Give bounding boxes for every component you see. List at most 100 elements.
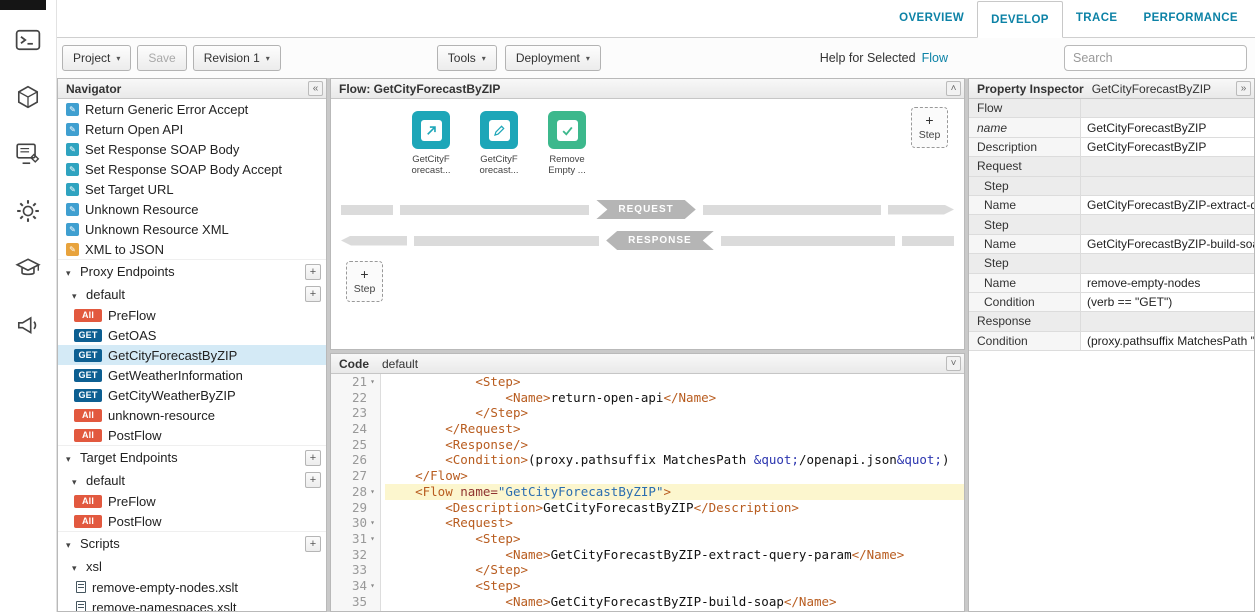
flow-policy[interactable]: GetCityForecast...: [471, 111, 527, 176]
code-line[interactable]: <Step>: [385, 531, 964, 547]
add-proxy-endpoints-button[interactable]: [305, 264, 321, 280]
inspector-row[interactable]: NameGetCityForecastByZIP-build-soap: [969, 235, 1254, 254]
tab-performance[interactable]: PERFORMANCE: [1131, 0, 1252, 37]
nav-section-scripts[interactable]: Scripts: [58, 531, 326, 555]
file-item-remove-empty-nodes-xslt[interactable]: remove-empty-nodes.xslt: [58, 577, 326, 597]
nav-section-proxy-endpoints[interactable]: Proxy Endpoints: [58, 259, 326, 283]
line-number[interactable]: 28: [331, 484, 380, 500]
line-number-text: 35: [352, 594, 367, 610]
sidebar-item-return-open-api[interactable]: ✎Return Open API: [58, 119, 326, 139]
line-number[interactable]: 31: [331, 531, 380, 547]
sidebar-item-set-response-soap-body[interactable]: ✎Set Response SOAP Body: [58, 139, 326, 159]
code-line[interactable]: <Request>: [385, 515, 964, 531]
policy-icon: ✎: [66, 223, 79, 236]
code-line[interactable]: <Condition>(proxy.pathsuffix MatchesPath…: [385, 452, 964, 468]
code-token: [385, 405, 475, 420]
collapse-navigator-button[interactable]: [308, 81, 323, 96]
collapse-inspector-button[interactable]: [1236, 81, 1251, 96]
code-line[interactable]: </Step>: [385, 562, 964, 578]
tab-develop[interactable]: DEVELOP: [977, 1, 1063, 38]
nav-group-default[interactable]: default: [58, 469, 326, 491]
tab-overview[interactable]: OVERVIEW: [886, 0, 977, 37]
help-flow-link[interactable]: Flow: [922, 51, 948, 65]
flow-item-postflow[interactable]: AllPostFlow: [58, 425, 326, 445]
revision-menu-button[interactable]: Revision 1: [193, 45, 281, 71]
inspector-row[interactable]: Step: [969, 215, 1254, 234]
nav-group-xsl[interactable]: xsl: [58, 555, 326, 577]
tools-menu-button[interactable]: Tools: [437, 45, 497, 71]
flow-item-getcityforecastbyzip[interactable]: GETGetCityForecastByZIP: [58, 345, 326, 365]
sidebar-item-unknown-resource[interactable]: ✎Unknown Resource: [58, 199, 326, 219]
expand-code-button[interactable]: [946, 356, 961, 371]
sidebar-item-return-generic-error-accept[interactable]: ✎Return Generic Error Accept: [58, 99, 326, 119]
add-button[interactable]: [305, 286, 321, 302]
terminal-icon[interactable]: [15, 26, 42, 53]
code-token: [385, 562, 475, 577]
plus-icon: [925, 114, 933, 128]
flow-policies: GetCityForecast...GetCityForecast...Remo…: [403, 111, 595, 176]
api-proxies-icon[interactable]: [15, 83, 42, 110]
code-line[interactable]: <Response/>: [385, 437, 964, 453]
project-menu-button[interactable]: Project: [62, 45, 131, 71]
add-step-button-top[interactable]: Step: [911, 107, 948, 148]
code-line[interactable]: <Name>GetCityForecastByZIP-build-soap</N…: [385, 594, 964, 610]
code-line[interactable]: <Flow name="GetCityForecastByZIP">: [385, 484, 964, 500]
learn-icon[interactable]: [15, 254, 42, 281]
code-line[interactable]: <Description>GetCityForecastByZIP</Descr…: [385, 500, 964, 516]
inspector-row[interactable]: Request: [969, 157, 1254, 176]
inspector-row[interactable]: Condition(proxy.pathsuffix MatchesPath "…: [969, 332, 1254, 351]
code-line[interactable]: </Request>: [385, 421, 964, 437]
flow-item-getweatherinformation[interactable]: GETGetWeatherInformation: [58, 365, 326, 385]
policy-label: Set Target URL: [85, 182, 174, 197]
inspector-row[interactable]: Nameremove-empty-nodes: [969, 274, 1254, 293]
flow-policy[interactable]: GetCityForecast...: [403, 111, 459, 176]
request-flow-band: REQUEST: [341, 200, 954, 219]
flow-item-postflow[interactable]: AllPostFlow: [58, 511, 326, 531]
code-editor[interactable]: 212223242526272829303132333435 <Step> <N…: [331, 374, 964, 611]
sidebar-item-unknown-resource-xml[interactable]: ✎Unknown Resource XML: [58, 219, 326, 239]
admin-gear-icon[interactable]: [15, 197, 42, 224]
line-number[interactable]: 21: [331, 374, 380, 390]
inspector-row[interactable]: NameGetCityForecastByZIP-extract-qu: [969, 196, 1254, 215]
save-button[interactable]: Save: [137, 45, 186, 71]
flow-item-preflow[interactable]: AllPreFlow: [58, 491, 326, 511]
code-line[interactable]: </Flow>: [385, 468, 964, 484]
code-line[interactable]: <Step>: [385, 374, 964, 390]
announcements-icon[interactable]: [15, 311, 42, 338]
sidebar-item-xml-to-json[interactable]: ✎XML to JSON: [58, 239, 326, 259]
specs-icon[interactable]: [15, 140, 42, 167]
inspector-row[interactable]: Condition(verb == "GET"): [969, 293, 1254, 312]
file-item-remove-namespaces-xslt[interactable]: remove-namespaces.xslt: [58, 597, 326, 611]
add-target-endpoints-button[interactable]: [305, 450, 321, 466]
add-scripts-button[interactable]: [305, 536, 321, 552]
line-number[interactable]: 30: [331, 515, 380, 531]
flow-item-preflow[interactable]: AllPreFlow: [58, 305, 326, 325]
sidebar-item-set-target-url[interactable]: ✎Set Target URL: [58, 179, 326, 199]
inspector-row[interactable]: Step: [969, 177, 1254, 196]
inspector-row[interactable]: Flow: [969, 99, 1254, 118]
code-line[interactable]: <Name>return-open-api</Name>: [385, 390, 964, 406]
flow-item-getcityweatherbyzip[interactable]: GETGetCityWeatherByZIP: [58, 385, 326, 405]
deployment-menu-button[interactable]: Deployment: [505, 45, 601, 71]
code-token: /openapi.json: [799, 452, 897, 467]
flow-item-getoas[interactable]: GETGetOAS: [58, 325, 326, 345]
sidebar-item-set-response-soap-body-accept[interactable]: ✎Set Response SOAP Body Accept: [58, 159, 326, 179]
inspector-row[interactable]: DescriptionGetCityForecastByZIP: [969, 138, 1254, 157]
tab-trace[interactable]: TRACE: [1063, 0, 1131, 37]
nav-section-target-endpoints[interactable]: Target Endpoints: [58, 445, 326, 469]
inspector-row[interactable]: Response: [969, 312, 1254, 331]
nav-group-default[interactable]: default: [58, 283, 326, 305]
code-line[interactable]: <Step>: [385, 578, 964, 594]
line-number[interactable]: 34: [331, 578, 380, 594]
collapse-flow-button[interactable]: [946, 81, 961, 96]
code-line[interactable]: <Name>GetCityForecastByZIP-extract-query…: [385, 547, 964, 563]
add-step-button-bottom[interactable]: Step: [346, 261, 383, 302]
policy-label: XML to JSON: [85, 242, 164, 257]
flow-item-unknown-resource[interactable]: Allunknown-resource: [58, 405, 326, 425]
inspector-row[interactable]: nameGetCityForecastByZIP: [969, 118, 1254, 137]
flow-policy[interactable]: RemoveEmpty ...: [539, 111, 595, 176]
inspector-row[interactable]: Step: [969, 254, 1254, 273]
search-input[interactable]: [1064, 45, 1247, 71]
code-line[interactable]: </Step>: [385, 405, 964, 421]
add-button[interactable]: [305, 472, 321, 488]
